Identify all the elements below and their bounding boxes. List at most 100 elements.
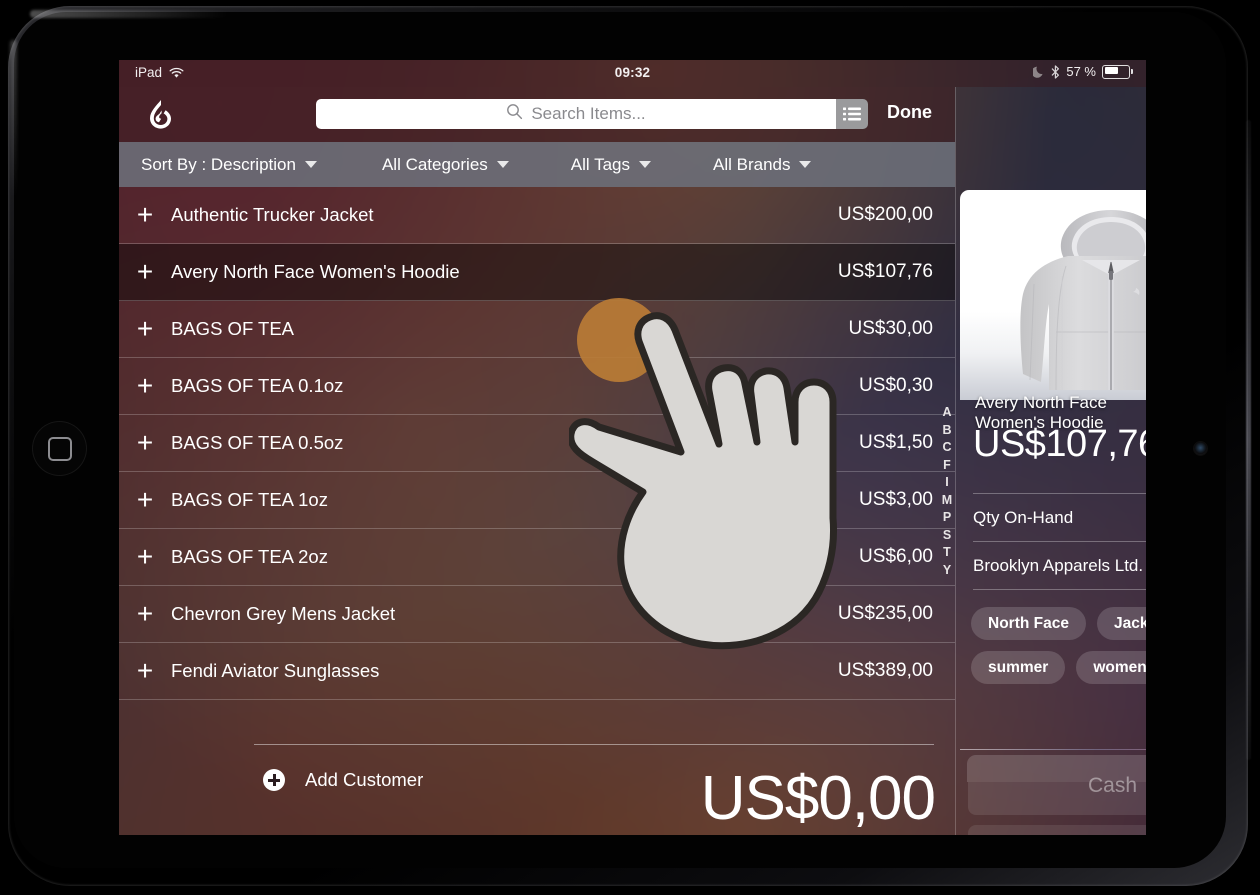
filter-all-brands-label: All Brands — [713, 154, 791, 174]
alpha-index-letter[interactable]: Y — [943, 562, 951, 580]
alpha-index-letter[interactable]: I — [945, 474, 948, 492]
item-row[interactable]: + BAGS OF TEA 0.1oz US$0,30 — [119, 358, 955, 415]
tap-highlight — [577, 298, 661, 382]
alpha-index-letter[interactable]: C — [942, 439, 951, 457]
product-tag[interactable]: North Face — [971, 607, 1086, 640]
spec-row: Brooklyn Apparels Ltd. 0,00 — [973, 541, 1146, 590]
list-bottom-divider — [254, 744, 934, 745]
item-row[interactable]: + BAGS OF TEA 2oz US$6,00 — [119, 529, 955, 586]
chevron-down-icon — [799, 161, 812, 168]
item-list[interactable]: + Authentic Trucker Jacket US$200,00 + Avery… — [119, 187, 955, 747]
search-placeholder: Search Items... — [531, 104, 646, 123]
add-item-icon[interactable]: + — [119, 201, 171, 229]
item-price: US$30,00 — [848, 318, 933, 339]
product-tag[interactable]: Jackets — [1096, 607, 1146, 640]
item-price: US$389,00 — [837, 660, 933, 681]
item-row[interactable]: + BAGS OF TEA 0.5oz US$1,50 — [119, 415, 955, 472]
alpha-index-letter[interactable]: A — [942, 404, 951, 422]
item-name: BAGS OF TEA — [171, 318, 295, 339]
home-button[interactable] — [32, 421, 87, 476]
spec-row: Qty On-Hand 8,00 — [973, 493, 1146, 542]
add-item-icon[interactable]: + — [119, 372, 171, 400]
alphabet-index[interactable]: ABCFIMPSTY — [939, 404, 955, 579]
grey-hoodie-photo — [1020, 210, 1146, 391]
filter-all-brands[interactable]: All Brands — [713, 154, 812, 175]
add-item-icon[interactable]: + — [119, 315, 171, 343]
cash-button-label: Cash — [1087, 773, 1138, 797]
status-bar-right: 57 % — [1033, 64, 1133, 79]
status-bar-clock: 09:32 — [614, 65, 651, 80]
item-name: Authentic Trucker Jacket — [171, 204, 374, 225]
plus-circle-icon — [263, 769, 285, 791]
bezel-highlight-right — [1246, 120, 1251, 760]
alpha-index-letter[interactable]: S — [943, 527, 951, 545]
item-row[interactable]: + BAGS OF TEA US$30,00 — [119, 301, 955, 358]
product-tag[interactable]: womens — [1076, 651, 1146, 684]
bottom-bar: Add Customer US$0,00 — [119, 747, 955, 835]
item-name: BAGS OF TEA 1oz — [171, 489, 328, 510]
add-customer-label: Add Customer — [305, 769, 424, 790]
battery-percent-label: 57 % — [1066, 64, 1096, 79]
item-name: Fendi Aviator Sunglasses — [171, 660, 380, 681]
battery-icon — [1102, 64, 1133, 79]
tag-list[interactable]: North Face Jackets summer womens — [971, 607, 1146, 684]
item-row[interactable]: + Chevron Grey Mens Jacket US$235,00 — [119, 586, 955, 643]
search-icon — [506, 103, 523, 125]
filter-all-tags[interactable]: All Tags — [571, 155, 651, 175]
bluetooth-icon — [1051, 64, 1060, 79]
list-view-icon[interactable] — [836, 99, 868, 129]
navigation-bar: Search Items... Done — [119, 87, 955, 142]
item-row[interactable]: + Fendi Aviator Sunglasses US$389,00 — [119, 643, 955, 700]
filter-all-categories[interactable]: All Categories — [382, 155, 509, 175]
item-row[interactable]: + Avery North Face Women's Hoodie US$107,7… — [119, 244, 955, 301]
item-row[interactable]: + BAGS OF TEA 1oz US$3,00 — [119, 472, 955, 529]
add-item-icon[interactable]: + — [119, 258, 171, 286]
add-item-icon[interactable]: + — [119, 486, 171, 514]
item-price: US$200,00 — [837, 204, 933, 225]
chevron-down-icon — [496, 161, 509, 168]
filter-all-tags-label: All Tags — [570, 154, 630, 174]
grand-total-amount: US$0,00 — [700, 764, 936, 833]
product-price: US$107,76 — [973, 423, 1146, 465]
spec-label: Brooklyn Apparels Ltd. — [973, 556, 1144, 575]
home-button-glyph — [47, 436, 72, 461]
alpha-index-letter[interactable]: P — [943, 509, 951, 527]
add-item-icon[interactable]: + — [119, 543, 171, 571]
item-name: BAGS OF TEA 0.5oz — [171, 432, 344, 453]
filter-bar: Sort By : Description All Categories All… — [119, 142, 955, 187]
search-input[interactable]: Search Items... — [316, 99, 836, 129]
add-item-icon[interactable]: + — [119, 600, 171, 628]
moon-icon — [1033, 66, 1043, 78]
spec-divider — [973, 589, 1146, 590]
add-item-icon[interactable]: + — [119, 657, 171, 685]
ipad-device: iPad 09:32 57 % Search Items... Done Sor… — [0, 0, 1260, 895]
chevron-down-icon — [639, 161, 651, 168]
ipad-screen: iPad 09:32 57 % Search Items... Done Sor… — [119, 60, 1146, 835]
status-bar: iPad 09:32 57 % — [119, 60, 1146, 87]
done-button[interactable]: Done — [887, 102, 932, 123]
alpha-index-letter[interactable]: T — [943, 544, 951, 562]
alpha-index-letter[interactable]: B — [942, 422, 951, 440]
cash-button[interactable]: Cash — [968, 756, 1146, 815]
front-camera — [1194, 442, 1207, 455]
item-name: BAGS OF TEA 0.1oz — [171, 375, 344, 396]
add-customer-button[interactable]: Add Customer — [263, 769, 423, 791]
product-tag[interactable]: summer — [971, 651, 1066, 684]
alpha-index-letter[interactable]: M — [942, 492, 952, 510]
alpha-index-letter[interactable]: F — [943, 457, 951, 475]
search-bar[interactable]: Search Items... — [316, 99, 868, 129]
item-price: US$235,00 — [837, 603, 933, 624]
bezel-highlight — [30, 10, 230, 18]
item-row[interactable]: + Authentic Trucker Jacket US$200,00 — [119, 187, 955, 244]
chevron-down-icon — [304, 161, 317, 168]
add-item-icon[interactable]: + — [119, 429, 171, 457]
item-price: US$0,30 — [859, 375, 933, 396]
product-image — [960, 190, 1146, 400]
detail-panel-bottom-edge — [960, 749, 1146, 750]
item-name: Avery North Face Women's Hoodie — [171, 261, 460, 282]
filter-sort-by[interactable]: Sort By : Description — [141, 155, 317, 175]
item-name: Chevron Grey Mens Jacket — [171, 603, 396, 624]
lightspeed-logo — [150, 100, 171, 129]
more-payments-button[interactable]: More Payments — [968, 825, 1146, 835]
spec-label: Qty On-Hand — [973, 508, 1074, 527]
